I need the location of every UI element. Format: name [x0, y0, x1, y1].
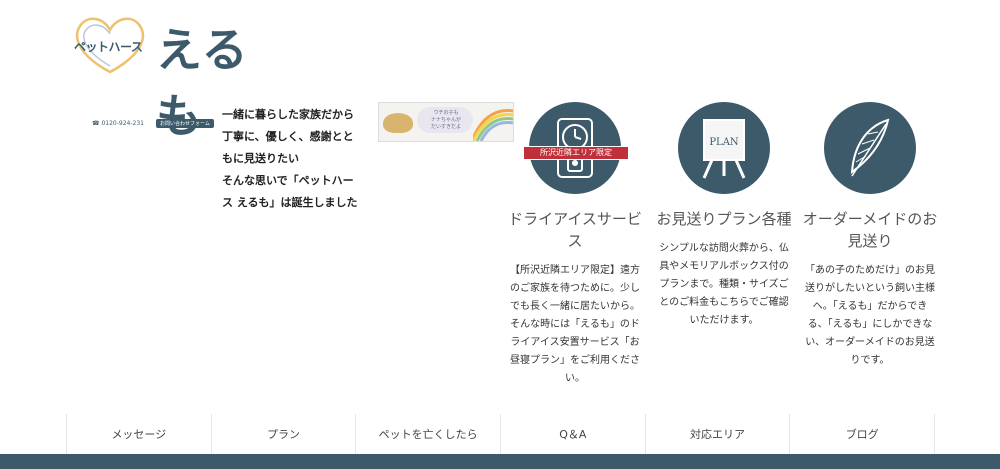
phone-icon: ☎: [92, 119, 100, 127]
feather-icon: [850, 118, 890, 177]
banner-text: ウチの子も ナナちゃんが だいすきだよ: [430, 110, 461, 130]
nav-item-blog[interactable]: ブログ: [790, 414, 936, 454]
card-description: シンプルな訪問火葬から、仏具やメモリアルボックス付のプランまで。種類・サイズごと…: [659, 243, 789, 326]
dog-illustration: [383, 113, 413, 133]
card-title[interactable]: オーダーメイドのお見送り: [800, 208, 940, 252]
banner-image[interactable]: ウチの子も ナナちゃんが だいすきだよ: [378, 102, 514, 142]
nav-item-faq[interactable]: Q＆A: [501, 414, 646, 454]
service-card-dry-ice[interactable]: 所沢近隣エリア限定 ドライアイスサービス 【所沢近隣エリア限定】遠方のご家族を待…: [505, 102, 645, 388]
intro-line: そんな思いで「ペットハース えるも」は誕生しました: [222, 174, 358, 209]
service-icon-circle: PLAN: [678, 102, 770, 194]
global-nav: メッセージ プラン ペットを亡くしたら Q＆A 対応エリア ブログ: [66, 414, 936, 454]
card-description: 「あの子のためだけ」のお見送りがしたいという飼い主様へ。「えるも」だからできる、…: [805, 265, 935, 366]
area-limited-ribbon: 所沢近隣エリア限定: [523, 146, 629, 160]
bottom-bar: [0, 454, 1000, 469]
service-card-ordermade[interactable]: オーダーメイドのお見送り 「あの子のためだけ」のお見送りがしたいという飼い主様へ…: [800, 102, 940, 370]
card-description: 【所沢近隣エリア限定】遠方のご家族を待つために。少しでも長く一緒に居たいから。そ…: [510, 265, 640, 384]
contact-form-badge[interactable]: お問い合わせフォーム: [156, 118, 214, 128]
nav-item-message[interactable]: メッセージ: [67, 414, 212, 454]
logo-subtext: ペットハース: [74, 40, 143, 54]
nav-item-plan[interactable]: プラン: [212, 414, 357, 454]
contact-form-label: お問い合わせフォーム: [156, 118, 214, 128]
nav-item-after-loss[interactable]: ペットを亡くしたら: [356, 414, 502, 454]
intro-line: 一緒に暮らした家族だから: [222, 108, 354, 121]
service-card-plans[interactable]: PLAN お見送りプラン各種 シンプルな訪問火葬から、仏具やメモリアルボックス付…: [654, 102, 794, 330]
card-title[interactable]: ドライアイスサービス: [505, 208, 645, 252]
intro-line: 丁寧に、優しく、感謝とともに見送りたい: [222, 130, 354, 165]
service-icon-circle: [824, 102, 916, 194]
card-title[interactable]: お見送りプラン各種: [654, 208, 794, 230]
plan-easel-icon: PLAN: [702, 119, 746, 179]
intro-text: 一緒に暮らした家族だから 丁寧に、優しく、感謝とともに見送りたい そんな思いで「…: [222, 104, 362, 214]
tel-number: 0120-924-231: [101, 119, 144, 127]
service-icon-circle: 所沢近隣エリア限定: [523, 102, 629, 194]
site-logo[interactable]: ペットハース えるも: [70, 12, 280, 143]
plan-text: PLAN: [709, 137, 739, 148]
nav-item-area[interactable]: 対応エリア: [646, 414, 791, 454]
tel-badge[interactable]: ☎ 0120-924-231: [92, 118, 144, 128]
